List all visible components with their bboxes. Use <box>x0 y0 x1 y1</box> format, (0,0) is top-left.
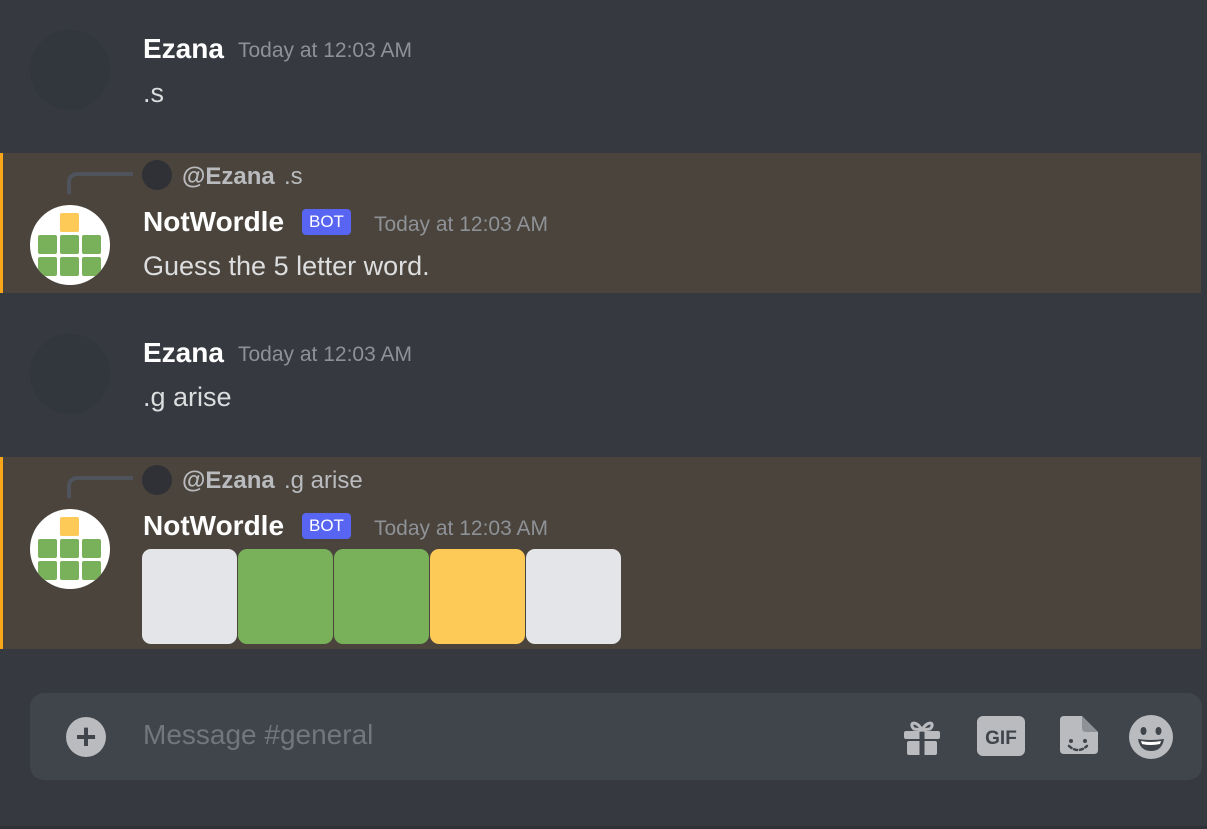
gif-label: GIF <box>985 728 1017 749</box>
gif-icon[interactable]: GIF <box>976 715 1026 757</box>
bot-tag: BOT <box>302 513 351 539</box>
gift-icon[interactable] <box>900 715 944 759</box>
message-content: .g arise <box>143 382 232 412</box>
wordle-tile <box>142 549 237 644</box>
username[interactable]: Ezana <box>143 33 224 65</box>
message-input[interactable]: Message #general <box>143 719 373 751</box>
message-content: Guess the 5 letter word. <box>143 251 430 281</box>
message-composer[interactable]: + Message #general GIF <box>30 693 1202 780</box>
bot-avatar[interactable] <box>30 509 110 589</box>
reply-connector <box>67 476 133 498</box>
bot-avatar[interactable] <box>30 205 110 285</box>
reply-avatar <box>142 160 172 190</box>
user-avatar[interactable] <box>30 334 110 414</box>
timestamp: Today at 12:03 AM <box>374 213 548 236</box>
emoji-icon[interactable] <box>1128 714 1174 760</box>
wordle-tile <box>238 549 333 644</box>
reply-avatar <box>142 465 172 495</box>
sticker-icon[interactable] <box>1056 714 1100 758</box>
reply-username[interactable]: @Ezana <box>182 163 275 191</box>
wordle-tile <box>334 549 429 644</box>
message-mention: @Ezana .g arise NotWordle BOT Today at 1… <box>0 457 1201 649</box>
message-content: .s <box>143 78 165 108</box>
message: Ezana Today at 12:03 AM .s <box>0 0 1201 150</box>
reply-preview[interactable]: .s <box>284 163 303 191</box>
timestamp: Today at 12:03 AM <box>374 517 548 540</box>
username[interactable]: NotWordle <box>143 510 284 542</box>
wordle-tile <box>430 549 525 644</box>
username[interactable]: Ezana <box>143 337 224 369</box>
reply-preview[interactable]: .g arise <box>284 467 363 495</box>
timestamp: Today at 12:03 AM <box>238 343 412 366</box>
user-avatar[interactable] <box>30 30 110 110</box>
bot-tag: BOT <box>302 209 351 235</box>
wordle-tile <box>526 549 621 644</box>
message: Ezana Today at 12:03 AM .g arise <box>0 300 1201 450</box>
reply-username[interactable]: @Ezana <box>182 467 275 495</box>
plus-icon[interactable]: + <box>66 717 106 757</box>
reply-connector <box>67 172 133 194</box>
message-mention: @Ezana .s NotWordle BOT Today at 12:03 A… <box>0 153 1201 293</box>
username[interactable]: NotWordle <box>143 206 284 238</box>
timestamp: Today at 12:03 AM <box>238 39 412 62</box>
